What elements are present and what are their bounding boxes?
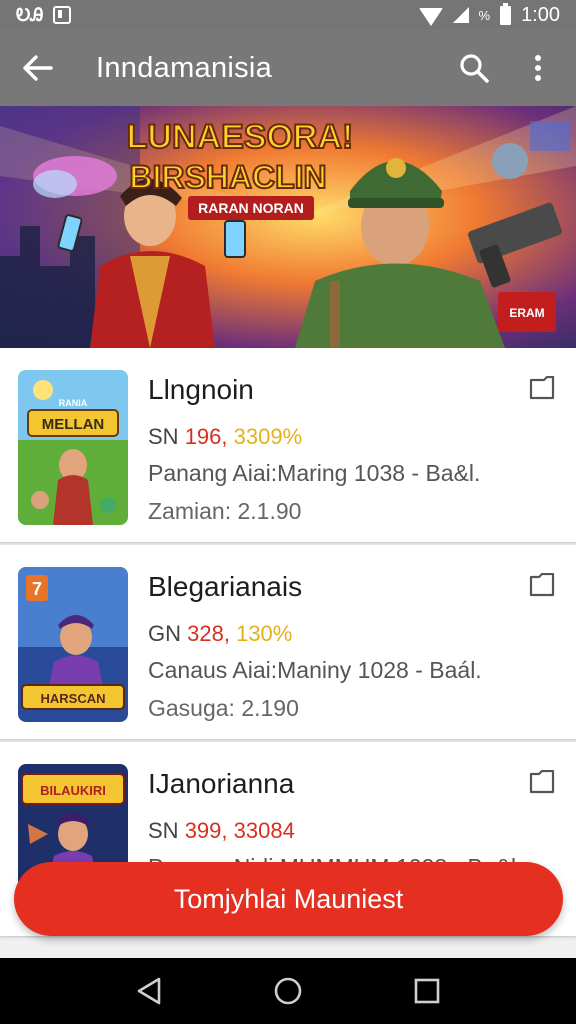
thumb-badge: 7 xyxy=(32,579,42,599)
status-left-text: ᎧᎯ xyxy=(16,4,44,25)
banner-headline-2: BIRSHACLIN xyxy=(129,159,326,195)
bookmark-icon[interactable] xyxy=(528,572,556,599)
search-icon[interactable] xyxy=(456,50,492,86)
system-nav-bar xyxy=(0,958,576,1024)
promo-banner[interactable]: LUNAESORA! BIRSHACLIN RARAN NORAN ERAM xyxy=(0,106,576,348)
price-value: 196, xyxy=(184,424,228,449)
bookmark-icon[interactable] xyxy=(528,769,556,796)
banner-headline-1: LUNAESORA! xyxy=(127,118,354,156)
price-percent: 33084 xyxy=(233,818,295,843)
thumb-title: MELLAN xyxy=(42,416,105,433)
price-percent: 3309% xyxy=(233,424,303,449)
banner-ribbon: RARAN NORAN xyxy=(198,200,304,216)
bookmark-icon[interactable] xyxy=(528,375,556,402)
price-line: SN 196, 3309% xyxy=(148,424,302,450)
primary-action-button[interactable]: Tomjyhlai Mauniest xyxy=(14,862,563,936)
list-bottom-fade xyxy=(0,940,576,958)
notification-icon xyxy=(53,6,72,24)
list-item[interactable]: MELLAN RANIA Llngnoin SN 196, 3309% Pana… xyxy=(0,348,576,542)
price-line: GN 328, 130% xyxy=(148,621,292,647)
game-meta-secondary: Zamian: 2.1.90 xyxy=(148,498,302,524)
battery-percent: % xyxy=(478,7,491,23)
page-title: Inndamanisia xyxy=(96,51,273,84)
signal-icon xyxy=(452,7,469,23)
game-name: IJanorianna xyxy=(148,768,295,799)
thumb-title: HARSCAN xyxy=(41,691,106,706)
back-triangle-icon[interactable] xyxy=(129,971,169,1011)
overflow-menu-icon[interactable] xyxy=(520,50,556,86)
price-value: 328, xyxy=(187,621,230,646)
game-list: MELLAN RANIA Llngnoin SN 196, 3309% Pana… xyxy=(0,348,576,939)
home-circle-icon[interactable] xyxy=(268,971,308,1011)
game-thumbnail: 7 HARSCAN xyxy=(18,567,128,722)
recents-square-icon[interactable] xyxy=(407,971,447,1011)
price-prefix: SN xyxy=(148,818,179,843)
status-bar: ᎧᎯ % 1:00 xyxy=(0,0,576,30)
banner-badge: ERAM xyxy=(509,306,544,320)
game-thumbnail: MELLAN RANIA xyxy=(18,370,128,525)
game-name: Llngnoin xyxy=(148,374,254,405)
status-time: 1:00 xyxy=(521,3,560,26)
app-screen: ᎧᎯ % 1:00 Inndamanisia LUNAESORA! BIRSHA… xyxy=(0,0,576,1024)
wifi-icon xyxy=(418,8,443,26)
price-prefix: GN xyxy=(148,621,181,646)
price-percent: 130% xyxy=(236,621,293,646)
thumb-subtitle: RANIA xyxy=(59,398,88,408)
price-value: 399, xyxy=(184,818,228,843)
game-meta: Panang Aiai:Maring 1038 - Ba&l. xyxy=(148,460,481,486)
app-bar: Inndamanisia xyxy=(0,30,576,106)
list-item[interactable]: 7 HARSCAN Blegarianais GN 328, 130% Cana… xyxy=(0,545,576,739)
game-name: Blegarianais xyxy=(148,571,303,602)
thumb-title: BILAUKIRI xyxy=(40,783,106,798)
price-prefix: SN xyxy=(148,424,179,449)
price-line: SN 399, 33084 xyxy=(148,818,295,844)
game-meta: Canaus Aiai:Maniny 1028 - Baál. xyxy=(148,657,482,683)
battery-icon xyxy=(500,2,512,25)
back-arrow-icon[interactable] xyxy=(20,50,56,86)
game-meta-secondary: Gasuga: 2.190 xyxy=(148,695,299,721)
